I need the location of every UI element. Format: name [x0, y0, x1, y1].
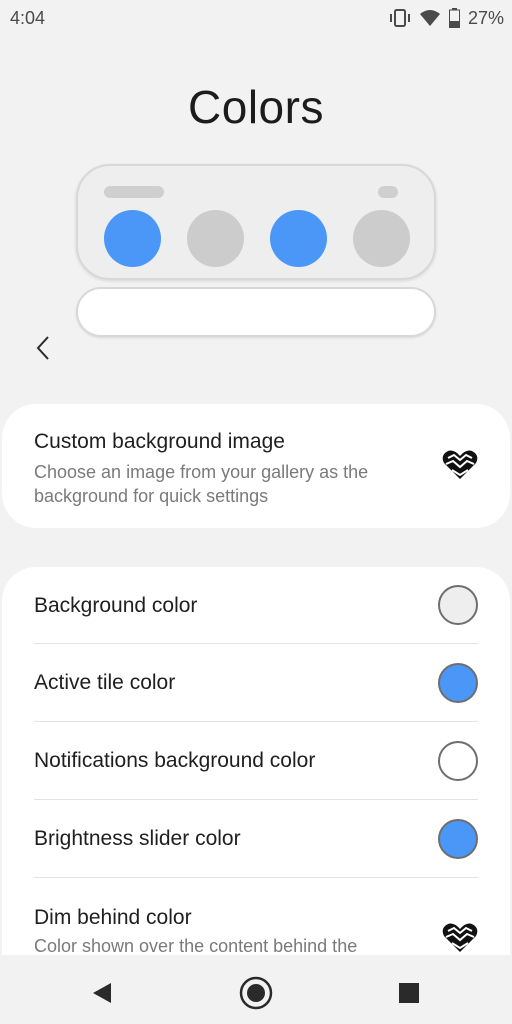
preview-slider-bar — [76, 287, 436, 337]
setting-row-dim-behind-color[interactable]: Dim behind color Color shown over the co… — [2, 878, 510, 958]
setting-row-brightness-slider-color[interactable]: Brightness slider color — [2, 800, 510, 877]
battery-percent: 27% — [467, 7, 504, 28]
custom-background-title: Custom background image — [34, 430, 285, 453]
setting-label: Notifications background color — [34, 749, 316, 772]
preview-tile-circle — [104, 210, 161, 267]
back-icon — [93, 983, 111, 1003]
navigation-bar — [0, 955, 512, 1024]
setting-row-background-color[interactable]: Background color — [2, 567, 510, 643]
nav-home-button[interactable] — [238, 975, 274, 1011]
status-time: 4:04 — [10, 7, 46, 28]
vibrate-icon — [389, 8, 411, 28]
home-icon — [239, 976, 273, 1010]
status-icons: 27% — [389, 8, 504, 29]
premium-heart-icon — [442, 923, 478, 952]
nav-recents-button[interactable] — [391, 975, 427, 1011]
wifi-icon — [419, 9, 441, 27]
dim-behind-title: Dim behind color — [34, 906, 192, 929]
battery-icon — [448, 8, 460, 28]
color-swatch[interactable] — [438, 663, 478, 703]
custom-background-card[interactable]: Custom background image Choose an image … — [2, 404, 510, 528]
quick-settings-preview — [76, 164, 436, 280]
setting-row-active-tile-color[interactable]: Active tile color — [2, 644, 510, 721]
setting-label: Background color — [34, 594, 198, 617]
recents-icon — [399, 983, 419, 1003]
preview-pill-small — [378, 186, 398, 198]
color-swatch[interactable] — [438, 819, 478, 859]
nav-back-button[interactable] — [84, 975, 120, 1011]
color-settings-list: Background color Active tile color Notif… — [2, 567, 510, 987]
setting-label: Brightness slider color — [34, 827, 241, 850]
setting-label: Active tile color — [34, 671, 176, 694]
setting-row-notifications-background-color[interactable]: Notifications background color — [2, 722, 510, 799]
status-bar: 4:04 27% — [0, 0, 512, 36]
color-swatch[interactable] — [438, 741, 478, 781]
preview-tile-circle — [270, 210, 327, 267]
color-swatch[interactable] — [438, 585, 478, 625]
back-button[interactable] — [28, 332, 58, 364]
page-title: Colors — [188, 81, 324, 133]
preview-tile-circle — [187, 210, 244, 267]
preview-pill — [104, 186, 164, 198]
custom-background-subtitle: Choose an image from your gallery as the… — [34, 462, 369, 506]
premium-heart-icon — [442, 450, 478, 479]
preview-tile-circle — [353, 210, 410, 267]
chevron-left-icon — [36, 336, 49, 360]
